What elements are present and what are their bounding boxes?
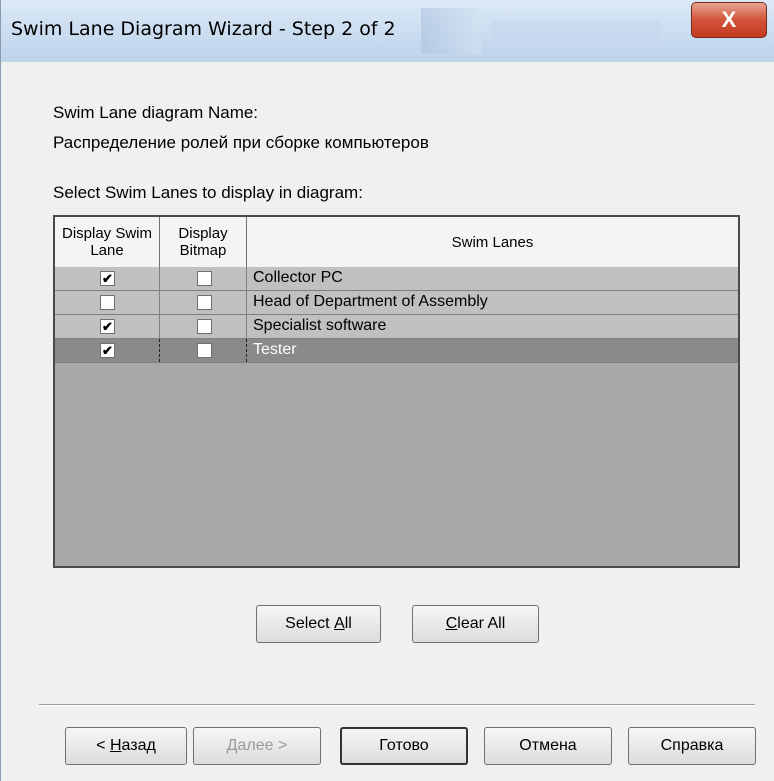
diagram-name-label: Swim Lane diagram Name: xyxy=(53,103,259,122)
cell-display: ✔ xyxy=(55,315,160,338)
cell-display: ✔ xyxy=(55,267,160,290)
cell-lane-name: Head of Department of Assembly xyxy=(247,291,738,314)
next-mnemonic: Д xyxy=(226,737,238,754)
cell-bitmap xyxy=(160,339,247,362)
back-text-1: < xyxy=(96,737,110,754)
cell-display: ✔ xyxy=(55,339,160,362)
cell-bitmap xyxy=(160,291,247,314)
grid-header: Display Swim Lane Display Bitmap Swim La… xyxy=(55,217,738,268)
cell-lane-name: Tester xyxy=(247,339,738,362)
display-swim-lane-checkbox[interactable] xyxy=(100,295,115,310)
grid-row[interactable]: Head of Department of Assembly xyxy=(55,291,738,315)
back-button[interactable]: < Назад xyxy=(65,727,187,765)
header-swim-lanes[interactable]: Swim Lanes xyxy=(247,217,738,267)
display-bitmap-checkbox[interactable] xyxy=(197,295,212,310)
display-swim-lane-checkbox[interactable]: ✔ xyxy=(100,319,115,334)
cancel-button[interactable]: Отмена xyxy=(484,727,612,765)
background-window-ghost xyxy=(421,8,481,54)
select-all-mnemonic: A xyxy=(334,615,345,632)
clear-all-button[interactable]: Clear All xyxy=(412,605,539,643)
display-swim-lane-checkbox[interactable]: ✔ xyxy=(100,271,115,286)
header-display-swim-lane[interactable]: Display Swim Lane xyxy=(55,217,160,267)
select-all-text-2: ll xyxy=(344,615,352,632)
finish-button[interactable]: Готово xyxy=(340,727,468,765)
display-bitmap-checkbox[interactable] xyxy=(197,319,212,334)
help-button[interactable]: Справка xyxy=(628,727,756,765)
back-mnemonic: Н xyxy=(109,737,122,754)
select-all-text-1: Select xyxy=(285,615,335,632)
window-title: Swim Lane Diagram Wizard - Step 2 of 2 xyxy=(11,18,396,40)
back-text-2: азад xyxy=(121,737,156,754)
diagram-name-value: Распределение ролей при сборке компьютер… xyxy=(53,133,429,152)
close-icon: X xyxy=(721,7,737,32)
cell-lane-name: Collector PC xyxy=(247,267,738,290)
header-display-bitmap[interactable]: Display Bitmap xyxy=(160,217,247,267)
background-window-ghost-2 xyxy=(491,20,661,50)
display-bitmap-checkbox[interactable] xyxy=(197,343,212,358)
title-bar: Swim Lane Diagram Wizard - Step 2 of 2 X xyxy=(1,0,774,62)
next-text: алее > xyxy=(237,737,288,754)
next-button[interactable]: Далее > xyxy=(193,727,321,765)
swim-lane-name: Tester xyxy=(253,341,297,358)
grid-row[interactable]: ✔ Tester xyxy=(55,339,738,363)
swim-lane-name: Collector PC xyxy=(253,269,343,286)
display-swim-lane-checkbox[interactable]: ✔ xyxy=(100,343,115,358)
cell-lane-name: Specialist software xyxy=(247,315,738,338)
clear-all-mnemonic: C xyxy=(445,615,458,632)
close-button[interactable]: X xyxy=(691,2,767,38)
swim-lanes-grid[interactable]: Display Swim Lane Display Bitmap Swim La… xyxy=(53,215,740,568)
cell-display xyxy=(55,291,160,314)
select-all-button[interactable]: Select All xyxy=(256,605,381,643)
swim-lane-name: Specialist software xyxy=(253,317,387,334)
cell-bitmap xyxy=(160,267,247,290)
wizard-window: Swim Lane Diagram Wizard - Step 2 of 2 X… xyxy=(0,0,774,781)
cell-bitmap xyxy=(160,315,247,338)
clear-all-text: lear All xyxy=(457,615,506,632)
grid-row[interactable]: ✔ Collector PC xyxy=(55,267,738,291)
swim-lane-name: Head of Department of Assembly xyxy=(253,293,488,310)
select-lanes-label: Select Swim Lanes to display in diagram: xyxy=(53,183,363,202)
grid-row[interactable]: ✔ Specialist software xyxy=(55,315,738,339)
footer-separator xyxy=(39,704,755,706)
display-bitmap-checkbox[interactable] xyxy=(197,271,212,286)
